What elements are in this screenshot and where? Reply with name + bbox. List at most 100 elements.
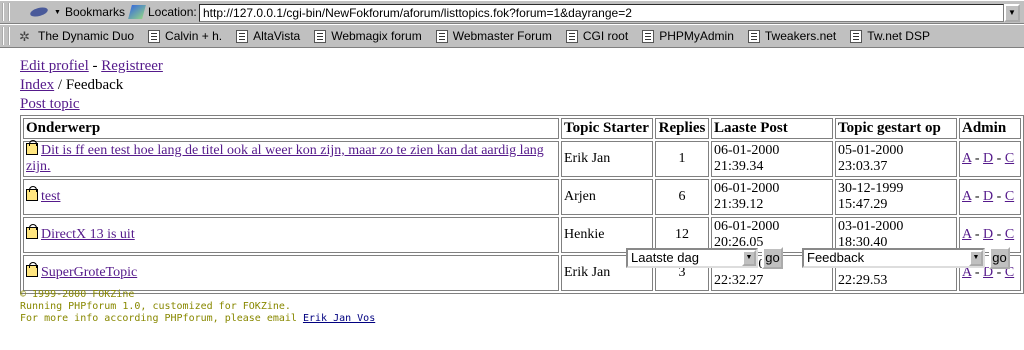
link-label: PHPMyAdmin bbox=[659, 29, 734, 43]
personal-link-altavista[interactable]: AltaVista bbox=[231, 29, 305, 43]
personal-link-twnet-dsp[interactable]: Tw.net DSP bbox=[845, 29, 935, 43]
topic-starter: Arjen bbox=[561, 179, 653, 215]
toolbar-grip[interactable] bbox=[2, 27, 10, 45]
personal-link-dynamic-duo[interactable]: ✲ The Dynamic Duo bbox=[14, 29, 139, 43]
table-header-row: Onderwerp Topic Starter Replies Laaste P… bbox=[23, 118, 1021, 139]
topic-starter: Erik Jan bbox=[561, 141, 653, 177]
topic-subject-cell: test bbox=[23, 179, 559, 215]
bookmarks-icon bbox=[30, 5, 50, 19]
admin-c-link[interactable]: C bbox=[1005, 227, 1014, 242]
table-row: Dit is ff een test hoe lang de titel ook… bbox=[23, 140, 1021, 177]
table-row: test Arjen 6 06-01-2000 21:39.12 30-12-1… bbox=[23, 179, 1021, 215]
dayrange-value: Laatste dag bbox=[631, 250, 699, 265]
location-toolbar: ▼ Bookmarks Location: http://127.0.0.1/c… bbox=[0, 0, 1024, 24]
link-label: AltaVista bbox=[253, 29, 301, 43]
personal-link-phpmyadmin[interactable]: PHPMyAdmin bbox=[637, 29, 739, 43]
admin-c-link[interactable]: C bbox=[1005, 151, 1014, 166]
link-label: Tweakers.net bbox=[764, 29, 837, 43]
admin-c-link[interactable]: C bbox=[1005, 189, 1014, 204]
url-dropdown-button[interactable]: ▼ bbox=[1004, 4, 1020, 22]
personal-link-webmaster-forum[interactable]: Webmaster Forum bbox=[431, 29, 557, 43]
lock-icon bbox=[26, 224, 38, 239]
chevron-down-icon: ▼ bbox=[742, 250, 756, 266]
topic-started: 05-01-2000 23:03.37 bbox=[835, 141, 957, 177]
topic-link[interactable]: SuperGroteTopic bbox=[41, 265, 137, 280]
separator: - bbox=[993, 189, 1005, 204]
footer: © 1999-2000 FOKZine Running PHPforum 1.0… bbox=[20, 289, 375, 325]
personal-link-tweakers[interactable]: Tweakers.net bbox=[743, 29, 841, 43]
bookmarks-button[interactable]: ▼ Bookmarks bbox=[30, 5, 125, 19]
forum-go-button[interactable]: go bbox=[989, 247, 1010, 269]
url-field[interactable]: http://127.0.0.1/cgi-bin/NewFokforum/afo… bbox=[199, 4, 1004, 22]
personal-link-webmagix[interactable]: Webmagix forum bbox=[309, 29, 426, 43]
location-area: Location: bbox=[128, 5, 197, 19]
admin-cell: A - D - C bbox=[959, 141, 1021, 177]
admin-a-link[interactable]: A bbox=[962, 151, 971, 166]
forum-select[interactable]: Feedback ▼ bbox=[802, 248, 985, 268]
topic-started: 30-12-1999 15:47.29 bbox=[835, 179, 957, 215]
index-link[interactable]: Index bbox=[20, 77, 54, 93]
header-started: Topic gestart op bbox=[835, 118, 957, 139]
admin-d-link[interactable]: D bbox=[983, 227, 993, 242]
more-info-text: For more info according PHPforum, please… bbox=[20, 313, 303, 324]
chevron-down-icon: ▼ bbox=[969, 250, 983, 266]
current-forum: Feedback bbox=[65, 77, 124, 93]
topic-link[interactable]: test bbox=[41, 189, 60, 204]
topic-last-post: 06-01-2000 21:39.12 bbox=[711, 179, 833, 215]
admin-cell: A - D - C bbox=[959, 179, 1021, 215]
page-icon bbox=[314, 29, 327, 43]
separator: - bbox=[88, 58, 102, 74]
account-links: Edit profiel - Registreer bbox=[20, 57, 163, 76]
email-link[interactable]: Erik Jan Vos bbox=[303, 313, 375, 324]
post-topic-link[interactable]: Post topic bbox=[20, 96, 80, 112]
header-last-post: Laaste Post bbox=[711, 118, 833, 139]
topic-subject-cell: Dit is ff een test hoe lang de titel ook… bbox=[23, 140, 559, 177]
page-icon bbox=[850, 29, 863, 43]
page-icon bbox=[642, 29, 655, 43]
lock-icon bbox=[26, 140, 38, 155]
link-label: Webmagix forum bbox=[331, 29, 422, 43]
more-info-line: For more info according PHPforum, please… bbox=[20, 313, 375, 325]
forum-value: Feedback bbox=[807, 250, 865, 265]
admin-d-link[interactable]: D bbox=[983, 151, 993, 166]
personal-links: ✲ The Dynamic Duo Calvin + h. AltaVista W… bbox=[14, 29, 939, 43]
separator: - bbox=[971, 227, 984, 242]
personal-toolbar: ✲ The Dynamic Duo Calvin + h. AltaVista W… bbox=[0, 24, 1024, 48]
location-label: Location: bbox=[148, 5, 197, 19]
admin-a-link[interactable]: A bbox=[962, 189, 971, 204]
separator: - bbox=[971, 151, 984, 166]
edit-profile-link[interactable]: Edit profiel bbox=[20, 58, 89, 74]
topic-link[interactable]: Dit is ff een test hoe lang de titel ook… bbox=[26, 143, 544, 174]
link-label: Tw.net DSP bbox=[867, 29, 930, 43]
page-icon bbox=[747, 29, 760, 43]
separator: - bbox=[993, 227, 1005, 242]
personal-link-cgi-root[interactable]: CGI root bbox=[561, 29, 633, 43]
header-replies: Replies bbox=[655, 118, 709, 139]
location-icon[interactable] bbox=[128, 5, 146, 19]
topic-link[interactable]: DirectX 13 is uit bbox=[41, 227, 135, 242]
topic-subject-cell: DirectX 13 is uit bbox=[23, 217, 559, 253]
separator: - bbox=[993, 151, 1005, 166]
lock-icon bbox=[26, 262, 38, 277]
header-subject: Onderwerp bbox=[23, 118, 559, 139]
topic-replies: 6 bbox=[655, 179, 709, 215]
dayrange-select[interactable]: Laatste dag ▼ bbox=[626, 248, 758, 268]
lock-icon bbox=[26, 186, 38, 201]
header-admin: Admin bbox=[959, 118, 1021, 139]
link-label: CGI root bbox=[582, 29, 629, 43]
admin-d-link[interactable]: D bbox=[983, 189, 993, 204]
running-text: Running PHPforum 1.0, customized for FOK… bbox=[20, 301, 291, 312]
admin-a-link[interactable]: A bbox=[962, 227, 971, 242]
dayrange-go-button[interactable]: go bbox=[762, 247, 783, 269]
link-label: Webmaster Forum bbox=[452, 29, 552, 43]
link-label: Calvin + h. bbox=[165, 29, 223, 43]
toolbar-grip[interactable] bbox=[2, 3, 10, 21]
topic-replies: 1 bbox=[655, 141, 709, 177]
topic-subject-cell: SuperGroteTopic bbox=[23, 255, 559, 291]
page-icon bbox=[435, 29, 448, 43]
separator: - bbox=[971, 189, 984, 204]
separator: / bbox=[54, 77, 66, 93]
bookmarks-label: Bookmarks bbox=[64, 5, 125, 19]
personal-link-calvin[interactable]: Calvin + h. bbox=[143, 29, 227, 43]
register-link[interactable]: Registreer bbox=[101, 58, 163, 74]
